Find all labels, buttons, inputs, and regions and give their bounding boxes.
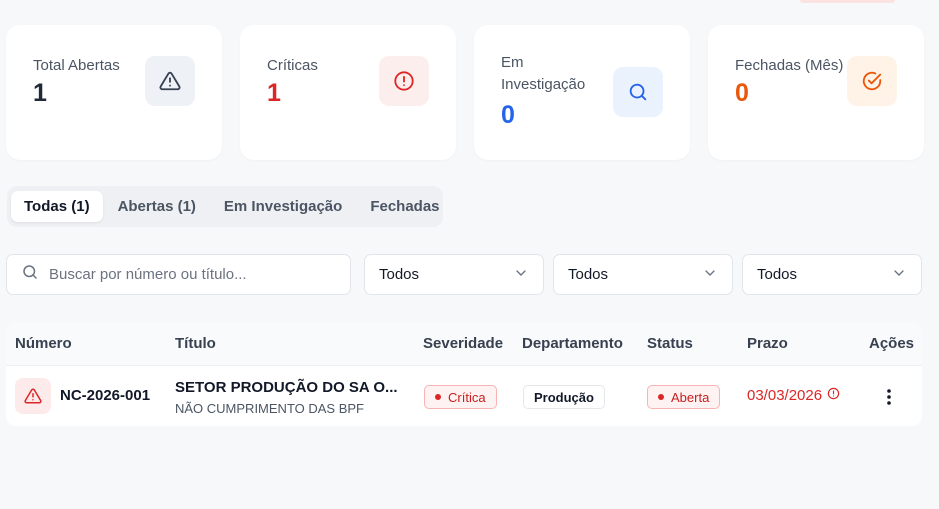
stat-value: 1 (267, 79, 281, 107)
stat-card-criticas: Críticas 1 (240, 25, 456, 160)
status-badge: Aberta (647, 385, 721, 409)
search-icon (21, 263, 39, 286)
severity-label: Crítica (448, 389, 486, 405)
stat-card-em-investigacao: Em Investigação 0 (474, 25, 690, 160)
tab-abertas[interactable]: Abertas (1) (105, 191, 209, 222)
severity-badge: Crítica (424, 385, 497, 409)
stat-label: Fechadas (Mês) (735, 57, 844, 74)
select-value: Todos (757, 266, 798, 283)
header-numero[interactable]: Número (15, 335, 72, 352)
stat-label: Total Abertas (33, 57, 120, 74)
severity-dot (435, 394, 441, 400)
stat-value: 1 (33, 79, 47, 107)
prazo-date: 03/03/2026 (747, 387, 823, 404)
table-row[interactable]: NC-2026-001 SETOR PRODUÇÃO DO SA O... NÃ… (6, 366, 922, 426)
table-header: Número Título Severidade Departamento St… (6, 322, 922, 366)
tab-fechadas[interactable]: Fechadas (357, 191, 452, 222)
select-value: Todos (379, 266, 420, 283)
check-circle-icon (847, 56, 897, 106)
row-titulo[interactable]: SETOR PRODUÇÃO DO SA O... (175, 379, 398, 396)
stat-card-total-abertas: Total Abertas 1 (6, 25, 222, 160)
search-input[interactable]: Buscar por número ou título... (6, 254, 351, 295)
header-titulo[interactable]: Título (175, 335, 216, 352)
alert-circle-icon (827, 387, 840, 404)
department-label: Produção (534, 389, 594, 405)
select-value: Todos (568, 266, 609, 283)
stat-label: Críticas (267, 57, 318, 74)
header-departamento[interactable]: Departamento (522, 335, 623, 352)
status-filter-select[interactable]: Todos (742, 254, 922, 295)
search-placeholder: Buscar por número ou título... (49, 266, 247, 283)
header-status[interactable]: Status (647, 335, 693, 352)
tab-todas[interactable]: Todas (1) (11, 191, 103, 222)
row-subtitulo: NÃO CUMPRIMENTO DAS BPF (175, 401, 365, 416)
header-prazo[interactable]: Prazo (747, 335, 788, 352)
search-icon (613, 67, 663, 117)
chevron-down-icon (702, 265, 718, 285)
stat-value: 0 (501, 101, 515, 129)
stat-label: Em Investigação (501, 54, 586, 93)
status-label: Aberta (671, 389, 710, 405)
header-severidade[interactable]: Severidade (423, 335, 503, 352)
tab-em-investigacao[interactable]: Em Investigação (211, 191, 355, 222)
row-prazo: 03/03/2026 (747, 387, 840, 404)
status-tabs: Todas (1) Abertas (1) Em Investigação Fe… (7, 186, 443, 227)
stat-value: 0 (735, 79, 749, 107)
alert-triangle-icon (15, 378, 51, 414)
chevron-down-icon (891, 265, 907, 285)
row-numero[interactable]: NC-2026-001 (60, 387, 150, 404)
header-acoes: Ações (869, 335, 915, 352)
status-dot (658, 394, 664, 400)
top-accent (800, 0, 895, 3)
severity-filter-select[interactable]: Todos (364, 254, 544, 295)
alert-circle-icon (379, 56, 429, 106)
stat-card-fechadas-mes: Fechadas (Mês) 0 (708, 25, 924, 160)
department-filter-select[interactable]: Todos (553, 254, 733, 295)
alert-triangle-icon (145, 56, 195, 106)
nonconformities-table: Número Título Severidade Departamento St… (6, 322, 922, 426)
department-badge: Produção (523, 385, 605, 409)
chevron-down-icon (513, 265, 529, 285)
row-actions-kebab-icon[interactable] (884, 388, 894, 411)
stats-cards: Total Abertas 1 Críticas 1 Em Investigaç… (6, 25, 924, 160)
